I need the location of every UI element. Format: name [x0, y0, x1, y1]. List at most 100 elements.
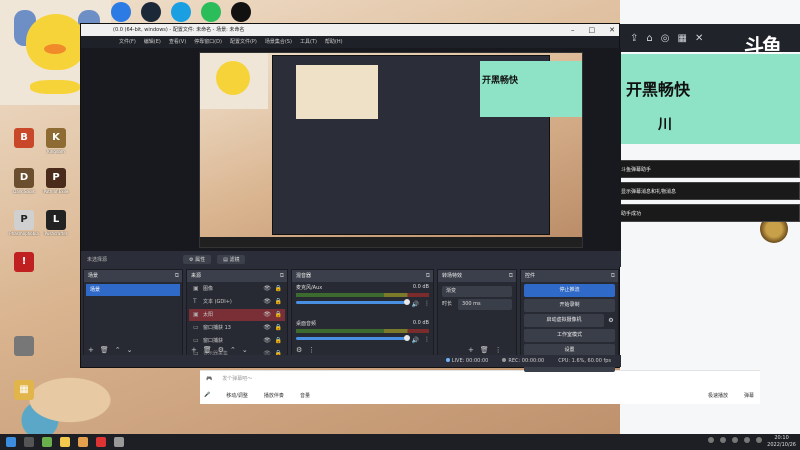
gear-icon[interactable]: ⚙: [218, 346, 224, 354]
gamepad-icon[interactable]: ◎: [661, 33, 670, 44]
virtual-camera-button[interactable]: 启动虚拟摄像机 ⚙: [524, 314, 614, 327]
dock-float-icon[interactable]: ⧉: [611, 270, 615, 282]
tray-icon[interactable]: [708, 437, 714, 443]
move-down-icon[interactable]: ⌄: [127, 346, 133, 354]
desktop-icon[interactable]: L Pushcrafter: [34, 210, 78, 236]
desktop-icon[interactable]: K Kingdom: [34, 128, 78, 154]
speaker-icon[interactable]: 🔊: [412, 337, 419, 344]
app-icon[interactable]: [42, 437, 52, 447]
obs-icon[interactable]: [96, 437, 106, 447]
tool-move[interactable]: 移动/调整: [226, 392, 248, 399]
tray-icon[interactable]: [744, 437, 750, 443]
app-icon[interactable]: [111, 2, 131, 22]
studio-mode-button[interactable]: 工作室模式: [524, 329, 615, 342]
source-row-selected[interactable]: ▣ 太阳 👁 🔒: [189, 309, 285, 321]
lock-icon[interactable]: 🔒: [275, 296, 282, 308]
tool-music[interactable]: 播放伴奏: [264, 392, 284, 399]
chat-input[interactable]: 发个弹幕吧～: [222, 372, 252, 386]
menu-scene-collection[interactable]: 场景集合(S): [265, 36, 292, 48]
minimize-icon[interactable]: –: [571, 24, 575, 36]
qq-icon[interactable]: [231, 2, 251, 22]
obs-titlebar: (0.0 (64-bit, windows) - 配置文件: 未命名 - 场景:…: [81, 24, 619, 36]
start-icon[interactable]: [6, 437, 16, 447]
desktop-icon[interactable]: !: [2, 252, 46, 272]
tool-danmaku[interactable]: 弹幕: [744, 392, 760, 399]
stop-streaming-button[interactable]: 停止推流: [524, 284, 615, 297]
folder-icon[interactable]: [78, 437, 88, 447]
source-row[interactable]: ▣ 图像 👁 🔒: [189, 283, 285, 295]
volume-slider[interactable]: [296, 335, 410, 341]
tool-speed[interactable]: 极速播放: [708, 392, 728, 399]
remove-icon[interactable]: 🗑: [480, 346, 489, 354]
filters-button[interactable]: ▤ 滤镜: [217, 254, 246, 264]
live-status: LIVE: 00:00:00: [445, 358, 488, 364]
share-icon[interactable]: ⇪: [630, 33, 638, 44]
app-icon[interactable]: [60, 437, 70, 447]
dock-float-icon[interactable]: ⧉: [175, 270, 179, 282]
more-icon[interactable]: ⋮: [424, 300, 430, 307]
menu-view[interactable]: 查看(V): [169, 36, 186, 48]
gear-icon[interactable]: ⚙: [606, 314, 616, 327]
tray-icon[interactable]: [720, 437, 726, 443]
menu-tools[interactable]: 工具(T): [300, 36, 317, 48]
menu-help[interactable]: 帮助(H): [325, 36, 343, 48]
move-up-icon[interactable]: ⌃: [115, 346, 121, 354]
app-icon[interactable]: [114, 437, 124, 447]
menu-profile[interactable]: 配置文件(P): [230, 36, 257, 48]
properties-button[interactable]: ⚙ 属性: [183, 254, 212, 264]
menu-edit[interactable]: 编辑(E): [144, 36, 161, 48]
remove-icon[interactable]: 🗑: [100, 346, 109, 354]
wechat-icon[interactable]: [201, 2, 221, 22]
menu-docks[interactable]: 停靠窗口(D): [194, 36, 222, 48]
remove-icon[interactable]: 🗑: [203, 346, 212, 354]
transition-select[interactable]: 渐变: [442, 286, 512, 297]
add-icon[interactable]: +: [88, 346, 94, 354]
dock-float-icon[interactable]: ⧉: [509, 270, 513, 282]
desktop-icon-label: Pushcrafter: [44, 231, 68, 236]
preview-canvas[interactable]: 开黑畅快: [199, 52, 583, 248]
lock-icon[interactable]: 🔒: [275, 322, 282, 334]
maximize-icon[interactable]: □: [589, 24, 596, 36]
move-up-icon[interactable]: ⌃: [230, 346, 236, 354]
more-icon[interactable]: ⋮: [308, 346, 315, 354]
more-icon[interactable]: ⋮: [424, 336, 430, 343]
gamepad-icon[interactable]: 🎮: [206, 372, 212, 386]
tray-icon[interactable]: [732, 437, 738, 443]
eye-icon[interactable]: 👁: [263, 296, 271, 308]
lock-icon[interactable]: 🔒: [275, 309, 282, 321]
douyu-banner[interactable]: 开黑畅快 川: [620, 54, 800, 144]
close-icon[interactable]: ✕: [609, 24, 615, 36]
source-row[interactable]: T 文本 (GDI+) 👁 🔒: [189, 296, 285, 308]
home-icon[interactable]: ⌂: [646, 33, 652, 44]
scene-item[interactable]: 场景: [86, 284, 180, 296]
dock-float-icon[interactable]: ⧉: [280, 270, 284, 282]
add-icon[interactable]: +: [468, 346, 474, 354]
source-row[interactable]: ▭ 窗口捕获 13 👁 🔒: [189, 322, 285, 334]
gear-icon[interactable]: ⚙: [296, 346, 302, 354]
search-icon[interactable]: [24, 437, 34, 447]
desktop-icon[interactable]: ▦: [2, 380, 46, 400]
more-icon[interactable]: ⋮: [495, 346, 502, 354]
tool-volume[interactable]: 音量: [300, 392, 310, 399]
lock-icon[interactable]: 🔒: [275, 283, 282, 295]
tray-icon[interactable]: [756, 437, 762, 443]
mic-icon[interactable]: 🎤: [204, 392, 210, 398]
desktop-icon[interactable]: P Path of Exile: [34, 168, 78, 194]
speaker-icon[interactable]: 🔊: [412, 301, 419, 308]
eye-icon[interactable]: 👁: [263, 322, 271, 334]
menu-file[interactable]: 文件(F): [119, 36, 136, 48]
move-down-icon[interactable]: ⌄: [242, 346, 248, 354]
desktop-icon[interactable]: [2, 336, 46, 356]
volume-slider[interactable]: [296, 299, 410, 305]
dock-float-icon[interactable]: ⧉: [426, 270, 430, 282]
start-recording-button[interactable]: 开始录制: [524, 299, 615, 312]
grid-icon[interactable]: ▦: [677, 33, 686, 44]
eye-icon[interactable]: 👁: [263, 309, 271, 321]
clock[interactable]: 20:10 2022/10/26: [767, 435, 796, 449]
steam-icon[interactable]: [141, 2, 161, 22]
add-icon[interactable]: +: [191, 346, 197, 354]
close-icon[interactable]: ✕: [695, 33, 703, 44]
eye-icon[interactable]: 👁: [263, 283, 271, 295]
app-icon[interactable]: [171, 2, 191, 22]
duration-field[interactable]: 300 ms: [458, 299, 512, 310]
